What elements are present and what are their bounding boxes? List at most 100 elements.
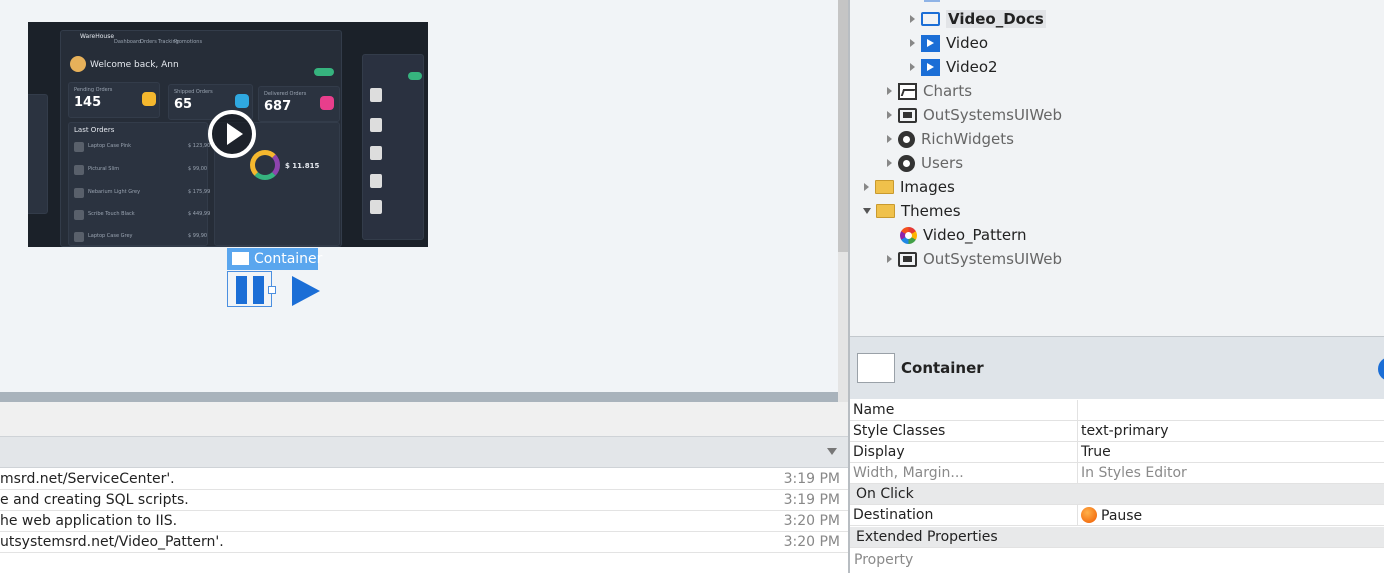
folder-open-icon: [876, 204, 895, 218]
play-icon[interactable]: [292, 276, 320, 306]
expand-arrow-icon[interactable]: [910, 63, 915, 71]
output-time: 3:20 PM: [783, 534, 840, 550]
output-row[interactable]: e and creating SQL scripts. 3:19 PM: [0, 490, 848, 511]
property-placeholder[interactable]: Property: [854, 552, 913, 568]
canvas-scroll-track[interactable]: [838, 252, 848, 402]
tree-item-label: RichWidgets: [921, 130, 1014, 148]
tree-item-themes[interactable]: Themes: [863, 199, 961, 223]
output-message: utsystemsrd.net/Video_Pattern'.: [0, 534, 224, 550]
tree-item-video-pattern[interactable]: Video_Pattern: [900, 223, 1027, 247]
design-canvas[interactable]: WareHouse Dashboard Orders Tracking Prom…: [0, 0, 838, 392]
monitor-icon: [898, 251, 917, 267]
output-time: 3:19 PM: [783, 492, 840, 508]
property-key: Name: [853, 402, 895, 418]
output-time: 3:19 PM: [783, 471, 840, 487]
screen-icon: [921, 12, 940, 26]
output-message: msrd.net/ServiceCenter'.: [0, 471, 175, 487]
tree-item-label: Themes: [901, 202, 961, 220]
canvas-footer-band: [0, 402, 848, 436]
tree-item-outsystemsuiweb[interactable]: OutSystemsUIWeb: [887, 103, 1062, 127]
video-stat-label-3: Delivered Orders: [264, 91, 307, 97]
tree-item-video2[interactable]: Video2: [910, 55, 998, 79]
ring-icon: [898, 154, 915, 172]
video-stat-badge-3: [320, 96, 334, 110]
tree-item-label: Users: [921, 154, 964, 172]
tree-item-label: OutSystemsUIWeb: [923, 250, 1063, 268]
section-extended-properties: Extended Properties: [850, 527, 1384, 548]
destination-value: Pause: [1101, 508, 1143, 524]
canvas-horizontal-scrollbar[interactable]: [0, 392, 838, 402]
expand-arrow-icon[interactable]: [864, 183, 869, 191]
expand-arrow-icon[interactable]: [887, 135, 892, 143]
property-value-select[interactable]: Pause: [1081, 507, 1142, 524]
property-value-input[interactable]: text-primary: [1081, 423, 1168, 439]
help-icon[interactable]: [1378, 357, 1384, 381]
ring-icon: [898, 130, 915, 148]
output-row[interactable]: he web application to IIS. 3:20 PM: [0, 511, 848, 532]
pause-button[interactable]: [227, 271, 272, 307]
tree-item-charts[interactable]: Charts: [887, 79, 972, 103]
video-stat-value-2: 65: [174, 97, 193, 112]
tree-item-outsystemsuiweb-theme[interactable]: OutSystemsUIWeb: [887, 247, 1062, 271]
output-message: he web application to IIS.: [0, 513, 178, 529]
video-total: $ 11.815: [285, 162, 320, 170]
chevron-down-icon[interactable]: [827, 448, 837, 455]
video-stat-value-3: 687: [264, 99, 292, 114]
tree-item-label: Images: [900, 178, 955, 196]
action-icon: [1081, 507, 1097, 523]
video-order-row: Laptop Case Grey $ 99,90: [74, 230, 207, 244]
video-play-overlay-icon[interactable]: [208, 110, 256, 158]
resize-handle[interactable]: [268, 286, 276, 294]
expand-arrow-icon[interactable]: [910, 39, 915, 47]
tree-item-label: Charts: [923, 82, 973, 100]
expand-arrow-icon[interactable]: [910, 15, 915, 23]
video-brand: WareHouse: [80, 33, 115, 40]
property-value: In Styles Editor: [1081, 465, 1187, 481]
chart-icon: [898, 82, 917, 100]
avatar: [70, 56, 86, 72]
video-preview[interactable]: WareHouse Dashboard Orders Tracking Prom…: [28, 22, 428, 247]
property-row-display[interactable]: Display True: [850, 442, 1384, 463]
video-last-orders-title: Last Orders: [74, 126, 115, 134]
video-stat-value-1: 145: [74, 95, 102, 110]
property-key: Width, Margin...: [853, 465, 964, 481]
video-icon: [921, 34, 940, 52]
video-nav-2: Orders: [140, 39, 157, 45]
video-nav-4: Promotions: [174, 39, 203, 45]
tree-item-label: Video: [946, 34, 989, 52]
output-message: e and creating SQL scripts.: [0, 492, 189, 508]
property-row-destination[interactable]: Destination Pause: [850, 505, 1384, 526]
video-order-row: Pictural Slim $ 99,00: [74, 163, 207, 177]
tree-item-video[interactable]: Video: [910, 31, 988, 55]
video-donut-chart: [250, 150, 280, 180]
expand-arrow-icon[interactable]: [887, 159, 892, 167]
video-stat-badge-2: [235, 94, 249, 108]
expand-arrow-icon[interactable]: [887, 111, 892, 119]
properties-title: Container: [901, 359, 984, 377]
property-row-style-classes[interactable]: Style Classes text-primary: [850, 421, 1384, 442]
section-on-click: On Click: [850, 484, 1384, 505]
video-welcome: Welcome back, Ann: [90, 60, 179, 70]
collapse-arrow-icon[interactable]: [863, 208, 871, 214]
video-stat-label-2: Shipped Orders: [174, 89, 213, 95]
canvas-vertical-scrollbar[interactable]: [838, 0, 848, 252]
video-action-pill: [314, 68, 334, 76]
property-key: Destination: [853, 507, 934, 523]
selected-container-label[interactable]: Container: [227, 248, 322, 270]
tree-item-richwidgets[interactable]: RichWidgets: [887, 127, 1014, 151]
property-row-new[interactable]: Property: [850, 550, 1384, 573]
property-value-select[interactable]: True: [1081, 444, 1111, 460]
property-row-width-margin[interactable]: Width, Margin... In Styles Editor: [850, 463, 1384, 484]
pause-icon-bar: [253, 276, 264, 304]
output-row[interactable]: utsystemsrd.net/Video_Pattern'. 3:20 PM: [0, 532, 848, 553]
output-row[interactable]: msrd.net/ServiceCenter'. 3:19 PM: [0, 469, 848, 490]
folder-icon: [875, 180, 894, 194]
property-row-name[interactable]: Name: [850, 400, 1384, 421]
expand-arrow-icon[interactable]: [887, 87, 892, 95]
tree-item-users[interactable]: Users: [887, 151, 963, 175]
expand-arrow-icon[interactable]: [887, 255, 892, 263]
tree-item-video-docs[interactable]: Video_Docs: [910, 7, 1046, 31]
tree-item-images[interactable]: Images: [864, 175, 955, 199]
video-stat-label-1: Pending Orders: [74, 87, 113, 93]
screen-icon: [924, 0, 940, 2]
